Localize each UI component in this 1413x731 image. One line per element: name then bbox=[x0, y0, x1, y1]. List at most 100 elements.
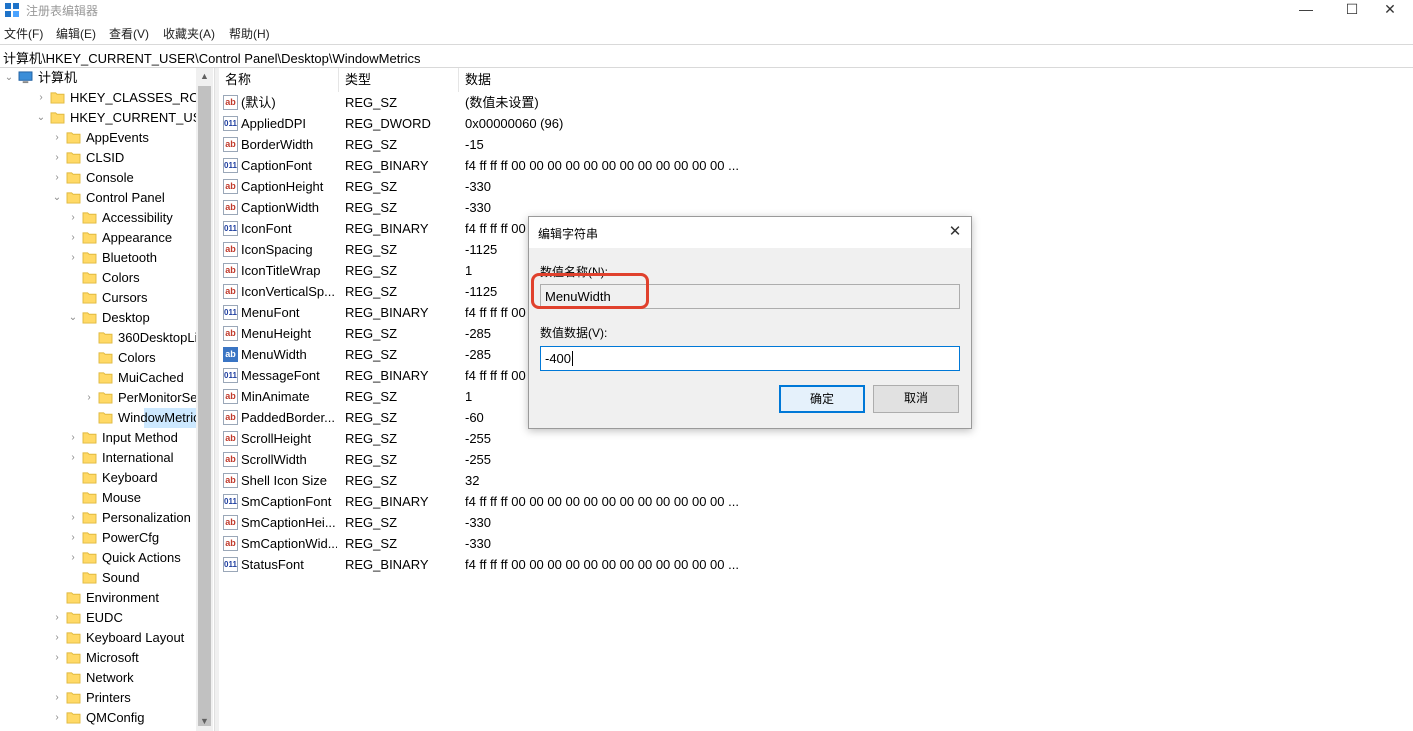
header-name[interactable]: 名称 bbox=[219, 68, 339, 92]
chevron-right-icon[interactable]: › bbox=[52, 608, 62, 628]
tree-item[interactable]: Sound bbox=[0, 568, 196, 588]
tree-scrollbar[interactable]: ▲ ▼ bbox=[196, 68, 213, 731]
value-name: IconFont bbox=[241, 221, 292, 236]
tree-item[interactable]: Network bbox=[0, 668, 196, 688]
folder-icon bbox=[98, 332, 113, 344]
highlight-annotation bbox=[531, 273, 649, 309]
key-tree[interactable]: ⌄ 计算机 › HKEY_CLASSES_ROOT ⌄ HKEY_CURRENT_USER… bbox=[0, 68, 212, 731]
tree-item[interactable]: Keyboard bbox=[0, 468, 196, 488]
chevron-right-icon[interactable]: › bbox=[68, 548, 78, 568]
chevron-down-icon[interactable]: ⌄ bbox=[52, 188, 62, 208]
value-data-text[interactable]: -400 bbox=[545, 351, 571, 366]
tree-item[interactable]: ⌄ HKEY_CURRENT_USER bbox=[0, 108, 212, 128]
value-row[interactable]: ab CaptionWidth REG_SZ -330 bbox=[219, 197, 1413, 218]
tree-item[interactable]: › Input Method bbox=[0, 428, 196, 448]
tree-item[interactable]: Cursors bbox=[0, 288, 196, 308]
chevron-down-icon[interactable]: ⌄ bbox=[36, 108, 46, 128]
close-window-button[interactable]: ✕ bbox=[1367, 0, 1413, 22]
menu-file[interactable]: 文件(F) bbox=[4, 25, 43, 42]
value-name: StatusFont bbox=[241, 557, 304, 572]
value-row[interactable]: ab SmCaptionWid... REG_SZ -330 bbox=[219, 533, 1413, 554]
value-name-field: MenuWidth bbox=[531, 273, 960, 309]
value-row[interactable]: ab SmCaptionHei... REG_SZ -330 bbox=[219, 512, 1413, 533]
address-bar[interactable]: 计算机\HKEY_CURRENT_USER\Control Panel\Desk… bbox=[0, 44, 1413, 68]
chevron-right-icon[interactable]: › bbox=[52, 708, 62, 728]
tree-item[interactable]: 360DesktopLite bbox=[0, 328, 208, 348]
tree-item[interactable]: Colors bbox=[0, 348, 196, 368]
tree-item[interactable]: › QMConfig bbox=[0, 708, 196, 728]
chevron-down-icon[interactable]: ⌄ bbox=[4, 68, 14, 88]
tree-item-label: QMConfig bbox=[86, 710, 145, 725]
tree-item[interactable]: Environment bbox=[0, 588, 196, 608]
value-row[interactable]: ab (默认) REG_SZ (数值未设置) bbox=[219, 92, 1413, 113]
minimize-button[interactable]: — bbox=[1283, 0, 1329, 22]
tree-item[interactable]: › AppEvents bbox=[0, 128, 196, 148]
tree-item-label: Personalization bbox=[102, 510, 191, 525]
tree-item[interactable]: ⌄ 计算机 bbox=[0, 68, 196, 88]
chevron-right-icon[interactable]: › bbox=[68, 208, 78, 228]
chevron-right-icon[interactable]: › bbox=[52, 648, 62, 668]
dialog-close-button[interactable]: ✕ bbox=[943, 220, 967, 244]
tree-item-label: International bbox=[102, 450, 174, 465]
value-row[interactable]: 011 SmCaptionFont REG_BINARY f4 ff ff ff 00… bbox=[219, 491, 1413, 512]
tree-item[interactable]: › Keyboard Layout bbox=[0, 628, 196, 648]
chevron-right-icon[interactable]: › bbox=[52, 688, 62, 708]
menu-favorites[interactable]: 收藏夹(A) bbox=[163, 25, 215, 42]
menu-view[interactable]: 查看(V) bbox=[109, 25, 149, 42]
tree-item[interactable]: › HKEY_CLASSES_ROOT bbox=[0, 88, 212, 108]
chevron-right-icon[interactable]: › bbox=[36, 88, 46, 108]
value-row[interactable]: 011 AppliedDPI REG_DWORD 0x00000060 (96) bbox=[219, 113, 1413, 134]
chevron-right-icon[interactable]: › bbox=[68, 448, 78, 468]
chevron-right-icon[interactable]: › bbox=[68, 528, 78, 548]
scroll-down-arrow-icon[interactable]: ▼ bbox=[196, 713, 213, 729]
tree-item[interactable]: Mouse bbox=[0, 488, 196, 508]
chevron-right-icon[interactable]: › bbox=[52, 168, 62, 188]
address-path[interactable]: 计算机\HKEY_CURRENT_USER\Control Panel\Desk… bbox=[3, 48, 421, 67]
value-row[interactable]: 011 StatusFont REG_BINARY f4 ff ff ff 00 00… bbox=[219, 554, 1413, 575]
tree-item[interactable]: MuiCached bbox=[0, 368, 196, 388]
menu-edit[interactable]: 编辑(E) bbox=[56, 25, 96, 42]
menu-help[interactable]: 帮助(H) bbox=[229, 25, 270, 42]
tree-item[interactable]: › Printers bbox=[0, 688, 196, 708]
chevron-right-icon[interactable]: › bbox=[84, 388, 94, 408]
header-type[interactable]: 类型 bbox=[339, 68, 459, 92]
chevron-right-icon[interactable]: › bbox=[52, 128, 62, 148]
value-row[interactable]: ab ScrollHeight REG_SZ -255 bbox=[219, 428, 1413, 449]
tree-item[interactable]: › Microsoft bbox=[0, 648, 196, 668]
value-row[interactable]: ab BorderWidth REG_SZ -15 bbox=[219, 134, 1413, 155]
value-data-input[interactable]: -400 bbox=[540, 346, 960, 371]
tree-item[interactable]: › Console bbox=[0, 168, 196, 188]
tree-item[interactable]: › PerMonitorSetti bbox=[0, 388, 207, 408]
text-caret bbox=[572, 351, 574, 366]
tree-item[interactable]: › EUDC bbox=[0, 608, 196, 628]
tree-item[interactable]: › Bluetooth bbox=[0, 248, 196, 268]
chevron-right-icon[interactable]: › bbox=[68, 248, 78, 268]
chevron-right-icon[interactable]: › bbox=[68, 428, 78, 448]
value-row[interactable]: 011 CaptionFont REG_BINARY f4 ff ff ff 00 0… bbox=[219, 155, 1413, 176]
tree-item[interactable]: › PowerCfg bbox=[0, 528, 196, 548]
chevron-down-icon[interactable]: ⌄ bbox=[68, 308, 78, 328]
tree-item[interactable]: Colors bbox=[0, 268, 196, 288]
chevron-right-icon[interactable]: › bbox=[52, 628, 62, 648]
scroll-up-arrow-icon[interactable]: ▲ bbox=[196, 68, 213, 84]
chevron-right-icon[interactable]: › bbox=[68, 508, 78, 528]
chevron-right-icon[interactable]: › bbox=[68, 228, 78, 248]
tree-item[interactable]: › Personalization bbox=[0, 508, 196, 528]
value-row[interactable]: ab CaptionHeight REG_SZ -330 bbox=[219, 176, 1413, 197]
chevron-right-icon[interactable]: › bbox=[52, 148, 62, 168]
scroll-thumb[interactable] bbox=[198, 86, 211, 726]
cancel-button[interactable]: 取消 bbox=[873, 385, 959, 413]
tree-item[interactable]: › Quick Actions bbox=[0, 548, 196, 568]
tree-item[interactable]: › CLSID bbox=[0, 148, 196, 168]
tree-item[interactable]: › Appearance bbox=[0, 228, 196, 248]
tree-item[interactable]: ⌄ Desktop bbox=[0, 308, 196, 328]
value-row[interactable]: ab Shell Icon Size REG_SZ 32 bbox=[219, 470, 1413, 491]
header-data[interactable]: 数据 bbox=[459, 68, 759, 92]
ok-button[interactable]: 确定 bbox=[779, 385, 865, 413]
tree-item[interactable]: › Accessibility bbox=[0, 208, 196, 228]
tree-item[interactable]: › International bbox=[0, 448, 196, 468]
value-type: REG_SZ bbox=[345, 452, 398, 467]
tree-item[interactable]: WindowMetrics bbox=[98, 408, 206, 428]
tree-item[interactable]: ⌄ Control Panel bbox=[0, 188, 196, 208]
value-row[interactable]: ab ScrollWidth REG_SZ -255 bbox=[219, 449, 1413, 470]
